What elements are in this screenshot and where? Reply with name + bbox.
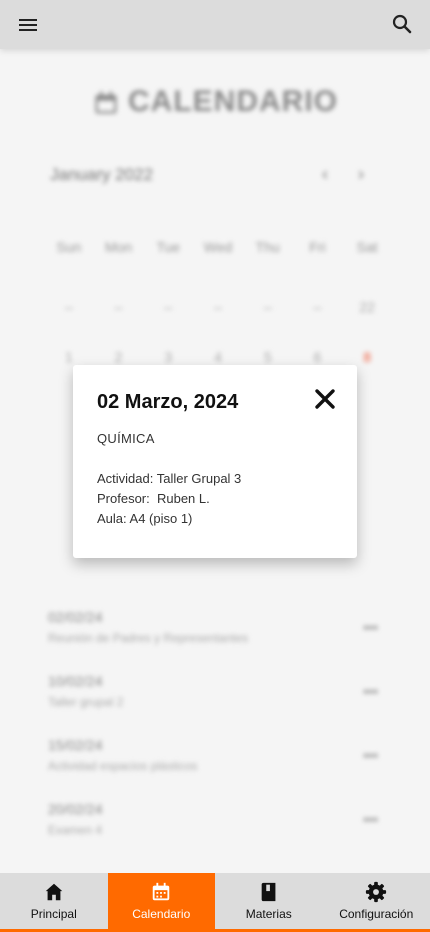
dialog-activity: Actividad: Taller Grupal 3 [97, 471, 242, 486]
page-title-text: CALENDARIO [128, 85, 338, 118]
weekday-label: Tue [156, 239, 181, 255]
event-list: 02/02/24 Reunión de Padres y Representan… [0, 599, 430, 855]
event-date: 20/02/24 [48, 801, 103, 817]
weekday-label: Wed [203, 239, 233, 255]
dialog-professor: Profesor: Ruben L. [97, 491, 210, 506]
more-options-icon[interactable]: ••• [363, 747, 378, 763]
calendar-day[interactable]: – [243, 299, 293, 315]
event-date: 15/02/24 [48, 737, 103, 753]
calendar-day[interactable]: – [44, 299, 94, 315]
calendar-day[interactable]: 8 [342, 349, 392, 365]
event-detail-dialog: 02 Marzo, 2024 QUÍMICA Actividad: Taller… [73, 365, 357, 558]
prev-month-button[interactable]: ‹ [322, 164, 328, 185]
more-options-icon[interactable]: ••• [363, 619, 378, 635]
nav-item-label: Calendario [132, 907, 191, 921]
page-title: CALENDARIO [0, 85, 430, 119]
event-description: Reunión de Padres y Representantes [48, 631, 249, 645]
event-item[interactable]: 02/02/24 Reunión de Padres y Representan… [0, 599, 430, 663]
calendar-day[interactable]: – [293, 299, 343, 315]
more-options-icon[interactable]: ••• [363, 811, 378, 827]
calendar-day[interactable]: – [94, 299, 144, 315]
calendar-day[interactable]: 4 [193, 349, 243, 365]
next-month-button[interactable]: › [358, 164, 364, 185]
close-icon[interactable] [313, 387, 337, 411]
search-icon[interactable] [390, 12, 414, 36]
weekday-label: Thu [255, 239, 280, 255]
event-item[interactable]: 20/02/24 Examen 4 ••• [0, 791, 430, 855]
nav-item-materias[interactable]: Materias [215, 873, 323, 932]
event-description: Examen 4 [48, 823, 103, 837]
event-date: 10/02/24 [48, 673, 103, 689]
weekday-label: Sat [356, 239, 378, 255]
calendar-day[interactable]: 2 [94, 349, 144, 365]
weekday-label: Mon [104, 239, 133, 255]
nav-item-label: Materias [245, 907, 292, 921]
calendar-day[interactable]: 22 [342, 299, 392, 315]
nav-item-label: Principal [30, 907, 77, 921]
nav-item-label: Configuración [339, 907, 414, 921]
calendar-icon [153, 882, 170, 901]
calendar-day[interactable]: – [143, 299, 193, 315]
menu-icon[interactable] [16, 13, 40, 37]
calendar-day[interactable]: 1 [44, 349, 94, 365]
event-date: 02/02/24 [48, 609, 103, 625]
gear-icon [366, 881, 387, 903]
event-item[interactable]: 15/02/24 Actividad espacios plásticos ••… [0, 727, 430, 791]
top-app-bar [0, 0, 430, 49]
calendar-icon [95, 91, 117, 114]
dialog-date: 02 Marzo, 2024 [97, 391, 239, 413]
event-description: Taller grupal 2 [48, 695, 124, 709]
book-icon [261, 882, 276, 902]
dialog-room: Aula: A4 (piso 1) [97, 511, 193, 526]
month-label: January 2022 [50, 165, 154, 184]
calendar-week-row: 1 2 3 4 5 6 8 [44, 349, 392, 365]
calendar-day[interactable]: 3 [143, 349, 193, 365]
calendar-day[interactable]: – [193, 299, 243, 315]
dialog-subject: QUÍMICA [97, 431, 155, 446]
calendar-day[interactable]: 5 [243, 349, 293, 365]
nav-item-principal[interactable]: Principal [0, 873, 108, 932]
nav-item-configuracion[interactable]: Configuración [323, 873, 430, 932]
weekday-header: Sun Mon Tue Wed Thu Fri Sat [44, 239, 392, 255]
weekday-label: Sun [56, 239, 82, 255]
home-icon [45, 883, 62, 901]
event-item[interactable]: 10/02/24 Taller grupal 2 ••• [0, 663, 430, 727]
bottom-navigation: Principal Calendario Materias Configurac… [0, 873, 430, 932]
calendar-day[interactable]: 6 [293, 349, 343, 365]
calendar-week-row: – – – – – – 22 [44, 299, 392, 315]
more-options-icon[interactable]: ••• [363, 683, 378, 699]
event-description: Actividad espacios plásticos [48, 759, 198, 773]
weekday-label: Fri [309, 239, 326, 255]
nav-item-calendario[interactable]: Calendario [107, 873, 215, 932]
